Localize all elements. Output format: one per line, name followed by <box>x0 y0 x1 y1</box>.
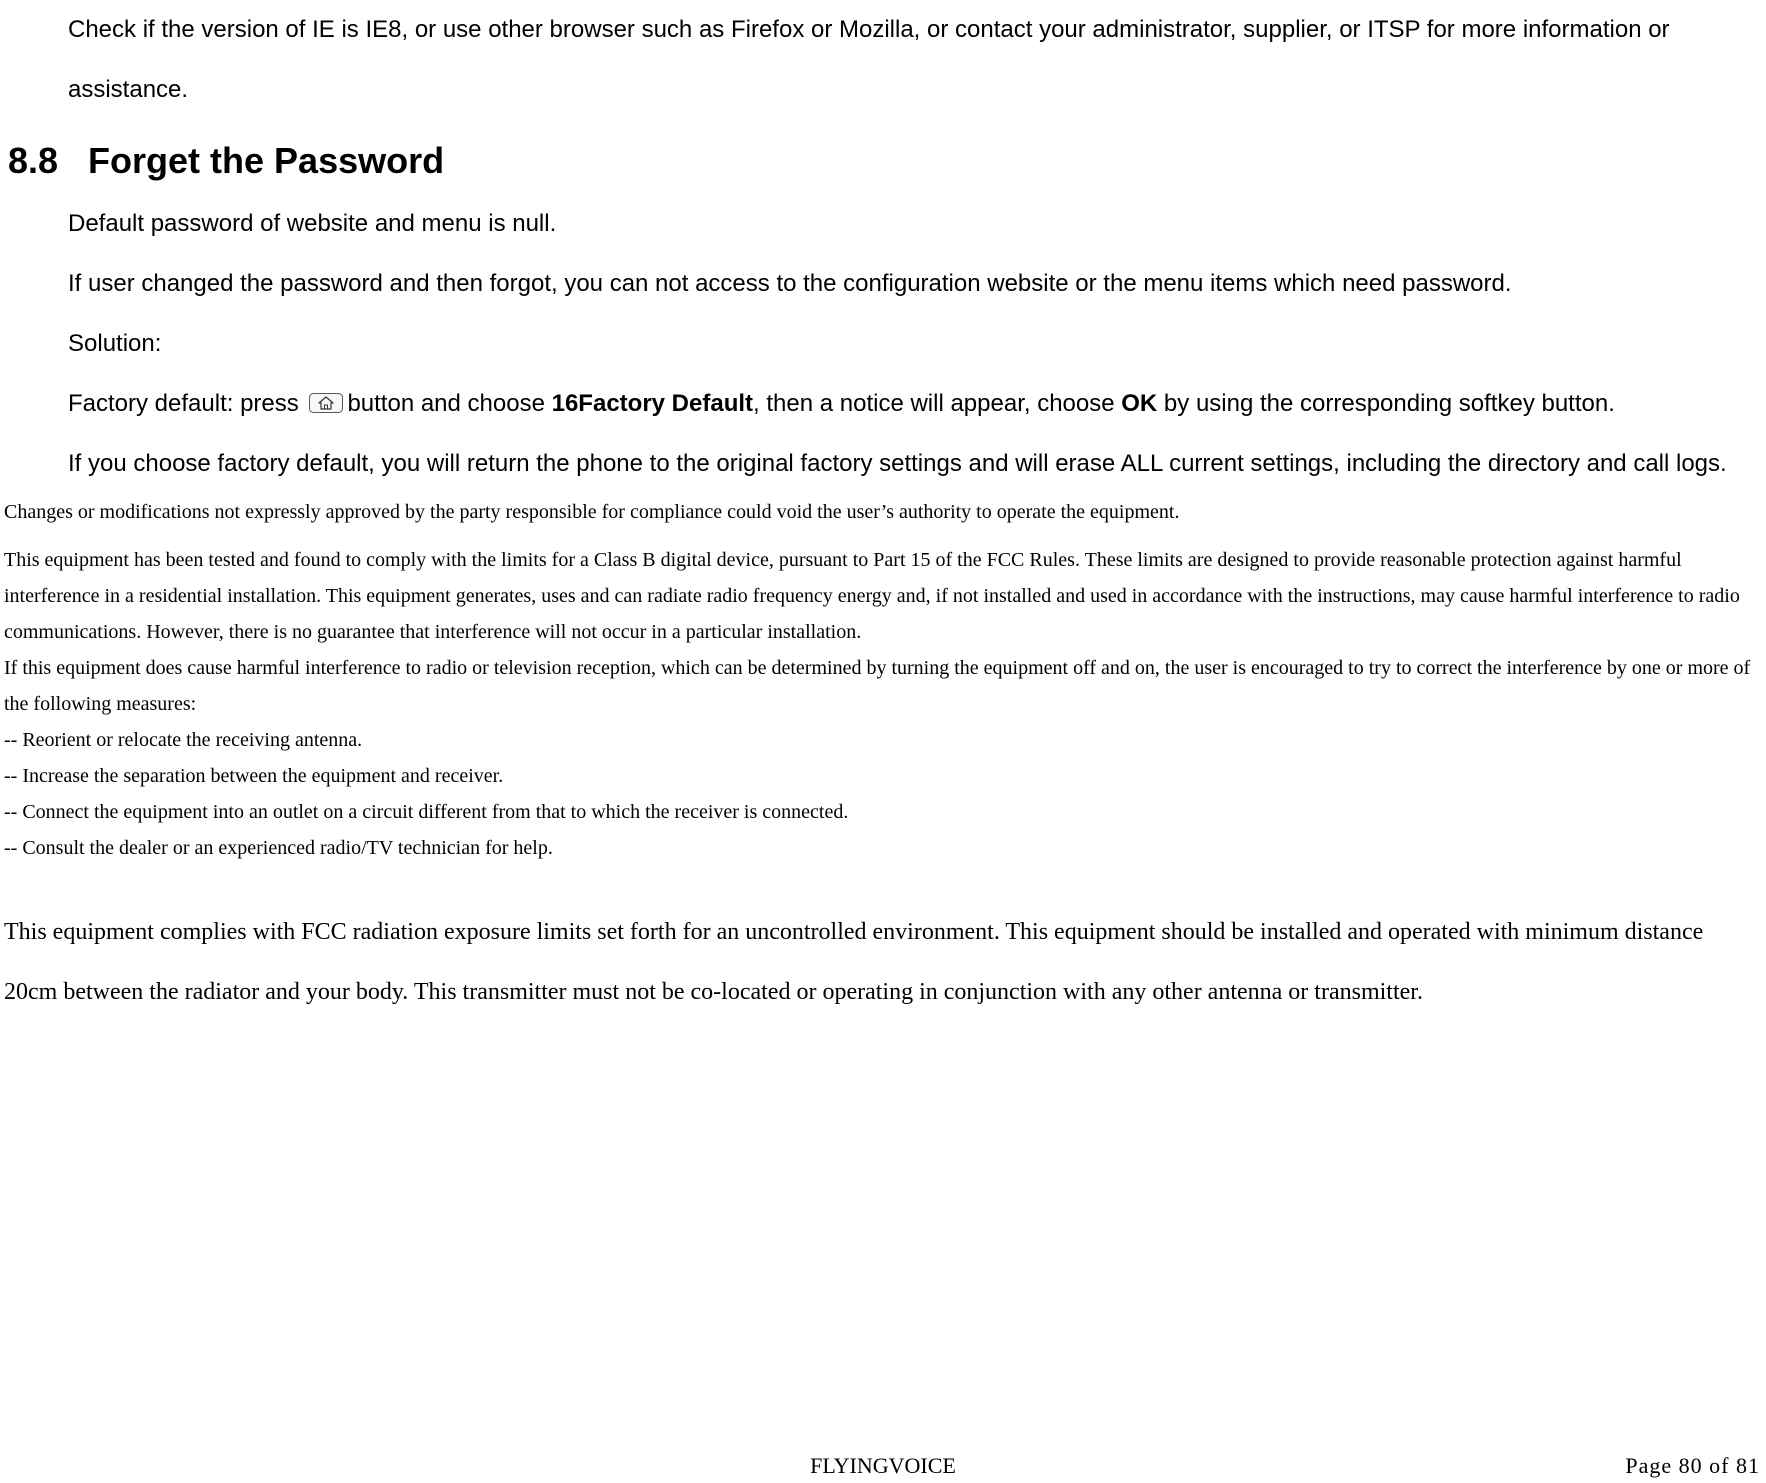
factory-post1: button and choose <box>347 390 551 417</box>
factory-bold2: OK <box>1121 390 1157 417</box>
compliance-line-2b: If this equipment does cause harmful int… <box>4 650 1758 722</box>
intro-paragraph: Check if the version of IE is IE8, or us… <box>68 0 1762 120</box>
factory-warning-paragraph: If you choose factory default, you will … <box>68 434 1762 494</box>
footer-page-number: Page 80 of 81 <box>1625 1453 1760 1479</box>
document-page: Check if the version of IE is IE8, or us… <box>0 0 1766 1483</box>
forgot-password-paragraph: If user changed the password and then fo… <box>68 254 1762 314</box>
section-title: Forget the Password <box>88 140 444 181</box>
default-password-paragraph: Default password of website and menu is … <box>68 194 1762 254</box>
compliance-line-1: Changes or modifications not expressly a… <box>4 494 1758 530</box>
footer-center: FLYINGVOICE <box>810 1453 956 1479</box>
compliance-measure-4: -- Consult the dealer or an experienced … <box>4 830 1758 866</box>
solution-label: Solution: <box>68 314 1762 374</box>
factory-default-paragraph: Factory default: press button and choose… <box>68 374 1762 434</box>
factory-bold1: 16Factory Default <box>552 390 753 417</box>
section-number: 8.8 <box>8 140 58 182</box>
compliance-section: Changes or modifications not expressly a… <box>4 494 1762 866</box>
home-button-icon <box>309 393 343 413</box>
compliance-measure-2: -- Increase the separation between the e… <box>4 758 1758 794</box>
factory-mid: , then a notice will appear, choose <box>753 390 1121 417</box>
section-heading: 8.8 Forget the Password <box>4 140 1762 182</box>
compliance-measure-1: -- Reorient or relocate the receiving an… <box>4 722 1758 758</box>
compliance-measure-3: -- Connect the equipment into an outlet … <box>4 794 1758 830</box>
factory-pre: Factory default: press <box>68 390 305 417</box>
rf-exposure-paragraph: This equipment complies with FCC radiati… <box>4 902 1762 1022</box>
compliance-line-2a: This equipment has been tested and found… <box>4 542 1758 650</box>
factory-post2: by using the corresponding softkey butto… <box>1157 390 1615 417</box>
page-footer: FLYINGVOICE Page 80 of 81 <box>0 1453 1766 1479</box>
